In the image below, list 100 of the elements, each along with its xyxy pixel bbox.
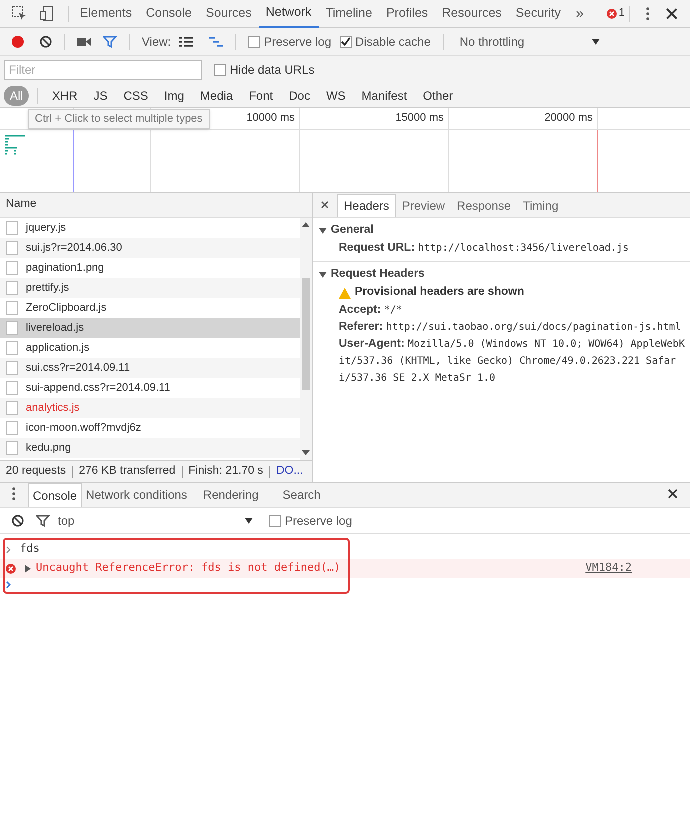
detail-tab[interactable]: Headers — [337, 194, 396, 217]
source-link[interactable]: VM184:2 — [586, 560, 632, 577]
panel-tab[interactable]: Profiles — [379, 0, 436, 28]
drawer-tab[interactable]: Network conditions — [82, 483, 192, 507]
waterfall-bars-drawing — [4, 134, 28, 156]
file-icon — [6, 421, 18, 435]
panel-tab[interactable]: Console — [139, 0, 199, 28]
type-filter[interactable]: WS — [320, 86, 352, 106]
disclosure-triangle-icon[interactable] — [319, 271, 327, 279]
throttling-dropdown[interactable]: No throttling — [460, 32, 600, 50]
scrollbar[interactable] — [300, 218, 312, 460]
prompt-chevron-icon[interactable] — [6, 581, 12, 589]
record-icon[interactable] — [12, 36, 24, 48]
error-message: Uncaught ReferenceError: fds is not defined(…) — [36, 560, 341, 576]
filter-icon[interactable] — [103, 36, 117, 48]
list-view-icon[interactable] — [179, 36, 194, 46]
close-icon[interactable] — [321, 201, 329, 209]
file-icon — [6, 221, 18, 235]
panel-tab[interactable]: Elements — [73, 0, 140, 28]
error-icon — [6, 564, 16, 574]
error-count[interactable]: 1 — [618, 5, 625, 22]
panel-tab[interactable]: Resources — [435, 0, 509, 28]
device-icon[interactable] — [40, 6, 56, 22]
status-text: 276 KB transferred — [79, 464, 176, 479]
more-tabs-button[interactable]: » — [568, 3, 592, 24]
drawer-menu-icon[interactable] — [12, 487, 16, 501]
type-filter[interactable]: Media — [194, 86, 240, 106]
tooltip: Ctrl + Click to select multiple types — [28, 109, 210, 129]
panel-tab[interactable]: Security — [508, 0, 568, 28]
checkbox-label: Preserve log — [264, 34, 332, 50]
file-icon — [6, 241, 18, 255]
column-header[interactable]: Name — [6, 196, 37, 214]
file-icon — [6, 341, 18, 355]
panel-tab[interactable]: Timeline — [318, 0, 380, 28]
request-row[interactable]: sui.js?r=2014.06.30 — [0, 238, 300, 258]
type-filter[interactable]: Doc — [283, 86, 316, 106]
scroll-up-arrow-icon[interactable] — [302, 222, 310, 228]
header-line: User-Agent: Mozilla/5.0 (Windows NT 10.0; WOW64) AppleWebKit/537.36 (KHTML, like Gecko) Chrome/49.0.2623.221 Safari/537.36 SE 2.X MetaSr 1.0 — [338, 337, 686, 386]
header-line: Request URL: http://localhost:3456/livereload.js — [338, 241, 630, 256]
type-filter[interactable]: XHR — [46, 86, 84, 106]
file-icon — [6, 261, 18, 275]
video-camera-icon[interactable] — [77, 36, 91, 46]
disclosure-triangle-icon[interactable] — [24, 564, 32, 572]
warning-icon — [339, 288, 351, 298]
clear-icon[interactable] — [40, 36, 52, 48]
request-row[interactable]: kedu.png — [0, 438, 300, 458]
type-filter[interactable]: Other — [417, 86, 460, 106]
section-title[interactable]: General — [331, 222, 374, 240]
caret-icon — [592, 38, 600, 44]
checkbox-label: Preserve log — [285, 512, 352, 530]
type-filter[interactable]: JS — [88, 86, 114, 106]
checkbox[interactable] — [340, 36, 352, 48]
header-line: Referer: http://sui.taobao.org/sui/docs/pagination-js.html — [338, 320, 682, 335]
checkbox[interactable] — [269, 514, 281, 526]
time-tick-label: 10000 ms — [246, 111, 295, 126]
menu-icon[interactable] — [646, 6, 650, 20]
clear-icon[interactable] — [12, 514, 24, 526]
close-icon[interactable] — [668, 489, 678, 499]
filter-field[interactable]: Filter — [4, 60, 202, 80]
caret-icon — [245, 518, 253, 524]
warning-text: Provisional headers are shown — [355, 285, 524, 300]
filter-icon[interactable] — [36, 514, 50, 526]
status-text: Finish: 21.70 s — [188, 464, 264, 479]
detail-tab[interactable]: Timing — [517, 194, 565, 217]
drawer-tab[interactable]: Search — [270, 483, 333, 507]
panel-tab[interactable]: Sources — [198, 0, 259, 28]
waterfall-view-icon[interactable] — [209, 36, 224, 46]
detail-tab[interactable]: Response — [451, 194, 518, 217]
type-filter[interactable]: Font — [243, 86, 280, 106]
detail-tab[interactable]: Preview — [396, 194, 452, 217]
checkbox-label: Disable cache — [356, 34, 431, 50]
file-icon — [6, 301, 18, 315]
chevron-icon — [6, 546, 12, 554]
disclosure-triangle-icon[interactable] — [319, 227, 327, 235]
file-icon — [6, 401, 18, 415]
drawer-tab[interactable]: Console — [28, 483, 82, 507]
time-tick-label: 20000 ms — [544, 111, 593, 126]
request-row[interactable]: analytics.js — [0, 398, 300, 418]
checkbox[interactable] — [248, 36, 260, 48]
time-tick-label: 15000 ms — [396, 111, 444, 126]
view-label: View: — [142, 34, 172, 50]
type-filter[interactable]: Img — [158, 86, 190, 106]
context-dropdown[interactable]: top — [58, 512, 253, 530]
request-row[interactable]: sui.css?r=2014.09.11 — [0, 358, 300, 378]
file-icon — [6, 321, 18, 335]
domcontentloaded-link[interactable]: DO... — [276, 462, 304, 480]
checkbox-label: Hide data URLs — [230, 62, 315, 79]
request-row[interactable]: livereload.js — [0, 318, 300, 338]
type-filter[interactable]: CSS — [118, 86, 154, 106]
checkbox[interactable] — [214, 64, 226, 76]
close-icon[interactable] — [666, 8, 678, 20]
request-row[interactable]: prettify.js — [0, 278, 300, 298]
status-text: 20 requests — [6, 464, 66, 479]
drawer-tab[interactable]: Rendering — [191, 483, 271, 507]
type-filter[interactable]: Manifest — [356, 86, 414, 106]
scroll-down-arrow-icon[interactable] — [302, 450, 310, 456]
section-title[interactable]: Request Headers — [331, 266, 425, 284]
file-icon — [6, 361, 18, 375]
file-icon — [6, 281, 18, 295]
inspect-cursor-icon[interactable] — [12, 6, 28, 22]
